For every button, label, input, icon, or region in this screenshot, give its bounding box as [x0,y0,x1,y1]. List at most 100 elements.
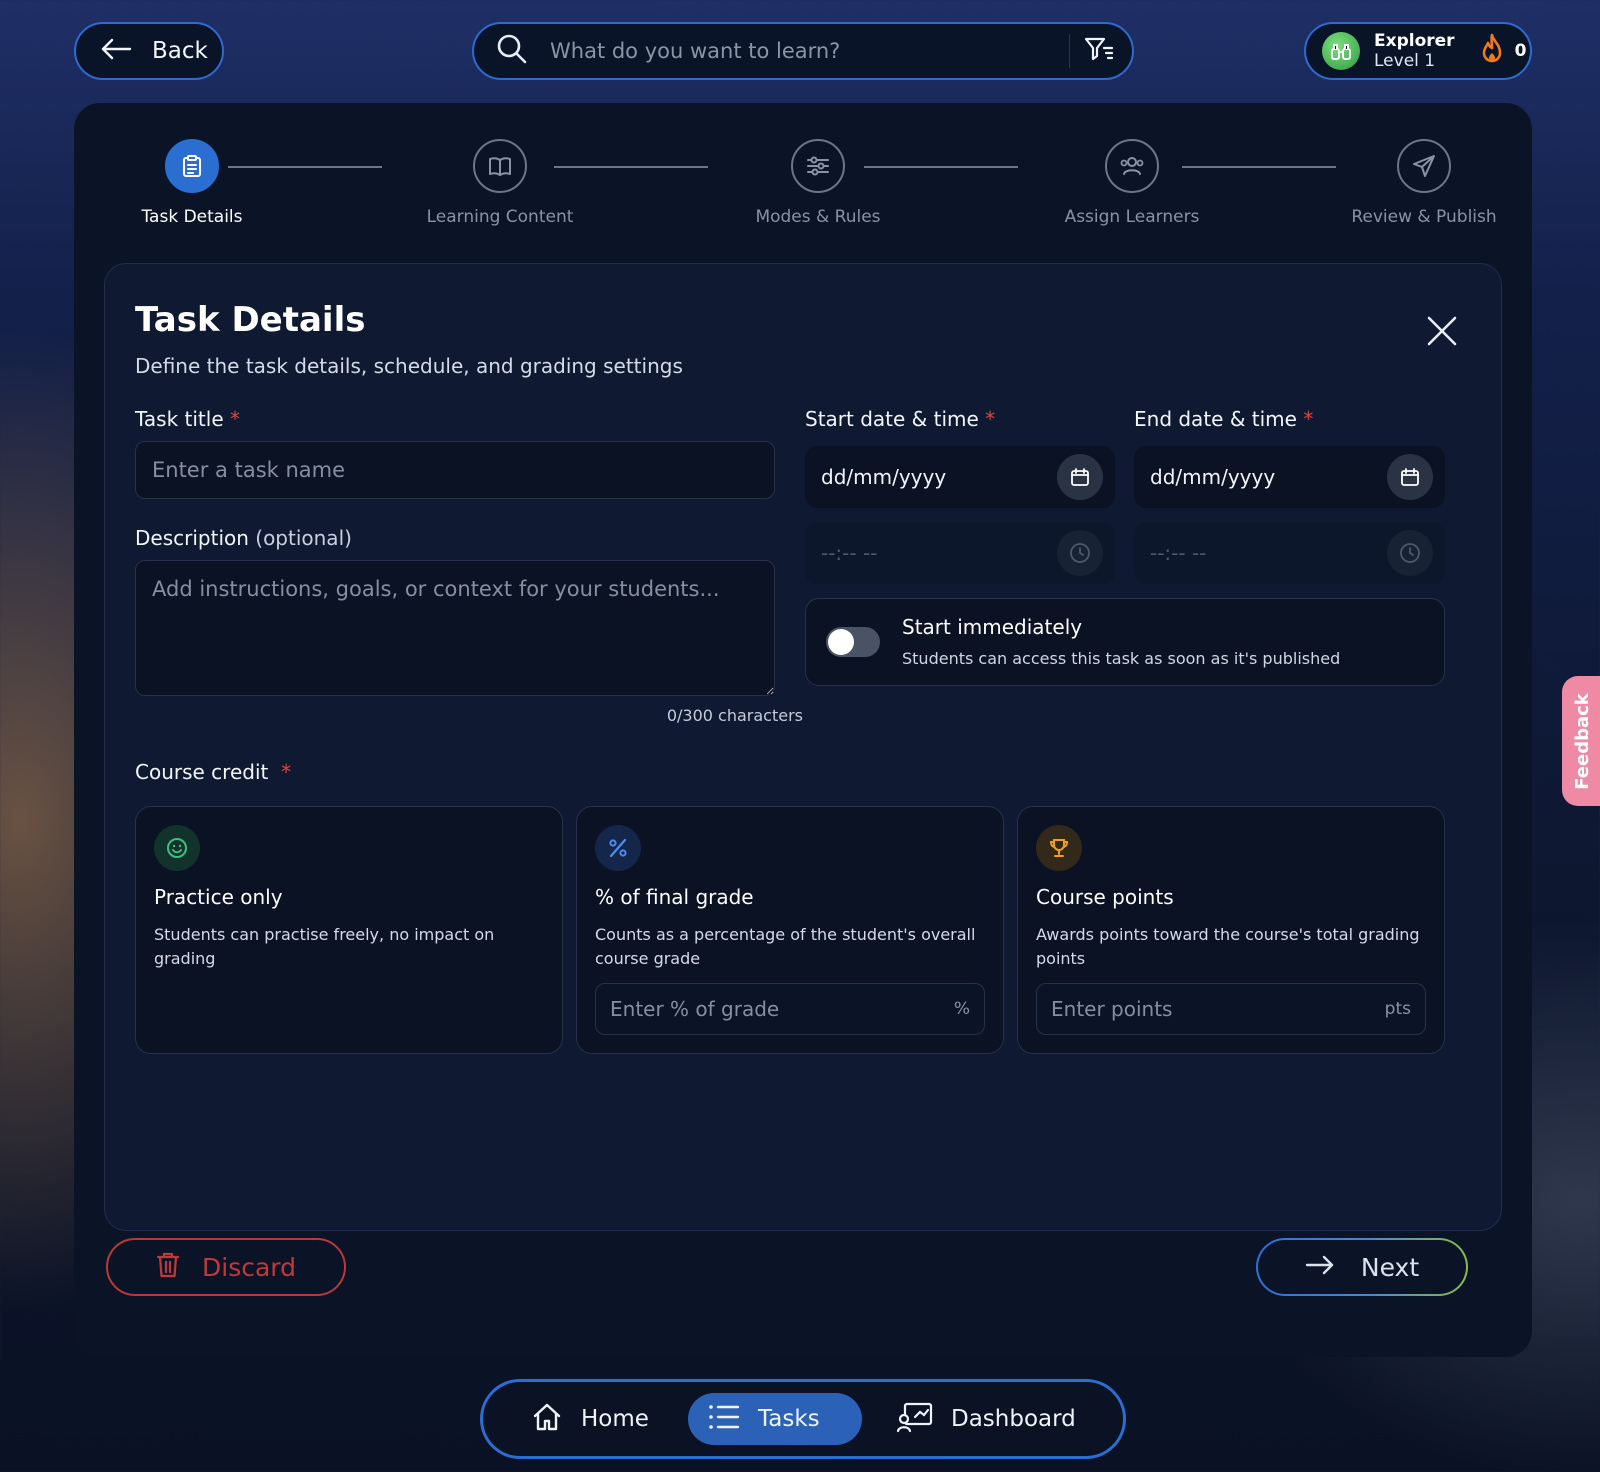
credit-option-points[interactable]: Course points Awards points toward the c… [1017,806,1445,1054]
task-title-input[interactable] [135,441,775,499]
feedback-tab[interactable]: Feedback [1562,676,1600,806]
book-icon [473,139,527,193]
search-bar [472,22,1134,80]
smiley-icon [154,825,200,871]
end-date-label: End date & time * [1134,407,1313,431]
task-title-label-text: Task title [135,407,224,431]
filter-icon[interactable] [1084,36,1114,66]
binoculars-icon [1331,44,1351,60]
close-icon[interactable] [1425,314,1459,348]
course-credit-label: Course credit * [135,760,291,784]
credit-option-description: Students can practise freely, no impact … [154,925,495,968]
next-label: Next [1360,1252,1420,1282]
step-connector [1182,166,1336,168]
description-textarea[interactable] [135,560,775,696]
start-date-label-text: Start date & time [805,407,979,431]
step-modes-rules[interactable]: Modes & Rules [718,139,918,227]
calendar-icon[interactable] [1057,454,1103,500]
credit-option-description: Counts as a percentage of the student's … [595,925,976,968]
profile-name: Explorer [1374,30,1455,51]
step-connector [228,166,382,168]
arrow-left-icon [100,37,132,65]
description-label-text: Description [135,526,249,550]
required-mark: * [985,407,996,431]
required-mark: * [281,760,292,784]
clock-icon[interactable] [1057,530,1103,576]
profile-badge[interactable]: Explorer Level 1 0 [1304,22,1532,80]
credit-option-percent[interactable]: % of final grade Counts as a percentage … [576,806,1004,1054]
discard-button[interactable]: Discard [106,1238,346,1296]
required-mark: * [1303,407,1314,431]
streak-count: 0 [1514,41,1527,61]
calendar-icon[interactable] [1387,454,1433,500]
discard-label: Discard [202,1252,296,1282]
step-learning-content[interactable]: Learning Content [400,139,600,227]
home-icon [531,1401,563,1437]
next-button[interactable]: Next [1256,1238,1468,1296]
page-subtitle: Define the task details, schedule, and g… [135,354,683,378]
search-input[interactable] [550,39,1055,63]
task-title-label: Task title * [135,407,240,431]
end-time-value: --:-- -- [1150,541,1207,565]
credit-option-title: Course points [1036,885,1174,909]
start-immediately-title: Start immediately [902,615,1083,639]
step-connector [864,166,1018,168]
bottom-nav: Home Tasks Dashboard [480,1379,1126,1459]
end-date-field[interactable]: dd/mm/yyyy [1134,446,1445,508]
step-review-publish[interactable]: Review & Publish [1324,139,1524,227]
profile-level: Level 1 [1374,51,1436,71]
wizard-stepper: Task Details Learning Content Modes & Ru… [74,103,1532,243]
step-label: Task Details [141,207,243,227]
nav-label: Dashboard [951,1406,1076,1432]
step-label: Modes & Rules [755,207,881,227]
task-wizard-panel: Task Details Learning Content Modes & Ru… [74,103,1532,1357]
search-divider [1069,34,1070,68]
nav-tasks[interactable]: Tasks [688,1393,862,1445]
list-icon [708,1404,740,1434]
users-icon [1105,139,1159,193]
feedback-label: Feedback [1571,692,1593,790]
toggle-knob [828,629,854,655]
credit-option-title: % of final grade [595,885,754,909]
page-title: Task Details [135,300,366,340]
clock-icon[interactable] [1387,530,1433,576]
end-time-field[interactable]: --:-- -- [1134,522,1445,584]
percent-unit: % [953,999,970,1019]
nav-dashboard[interactable]: Dashboard [877,1393,1096,1445]
arrow-right-icon [1305,1254,1335,1280]
points-unit: pts [1384,999,1411,1019]
start-date-value: dd/mm/yyyy [821,465,947,489]
nav-label: Tasks [758,1406,820,1432]
percent-grade-input[interactable] [610,997,954,1021]
end-date-label-text: End date & time [1134,407,1297,431]
trash-icon [156,1251,180,1283]
credit-option-practice[interactable]: Practice only Students can practise free… [135,806,563,1054]
step-label: Learning Content [426,207,574,227]
start-date-field[interactable]: dd/mm/yyyy [805,446,1115,508]
credit-option-title: Practice only [154,885,283,909]
start-immediately-toggle[interactable] [826,627,880,657]
course-credit-label-text: Course credit [135,760,269,784]
step-task-details[interactable]: Task Details [92,139,292,227]
back-label: Back [152,38,208,64]
start-immediately-panel: Start immediately Students can access th… [805,598,1445,686]
nav-label: Home [581,1406,649,1432]
end-date-value: dd/mm/yyyy [1150,465,1276,489]
percent-grade-field: % [595,983,985,1035]
trophy-icon [1036,825,1082,871]
search-icon [496,33,528,69]
credit-option-description: Awards points toward the course's total … [1036,925,1420,968]
description-label: Description (optional) [135,526,352,550]
sliders-icon [791,139,845,193]
points-field: pts [1036,983,1426,1035]
step-connector [554,166,708,168]
step-assign-learners[interactable]: Assign Learners [1032,139,1232,227]
optional-mark: (optional) [255,526,352,550]
back-button[interactable]: Back [74,22,224,80]
dashboard-icon [896,1401,933,1437]
start-immediately-description: Students can access this task as soon as… [902,649,1341,668]
nav-home[interactable]: Home [511,1393,669,1445]
points-input[interactable] [1051,997,1385,1021]
start-time-field[interactable]: --:-- -- [805,522,1115,584]
start-date-label: Start date & time * [805,407,995,431]
